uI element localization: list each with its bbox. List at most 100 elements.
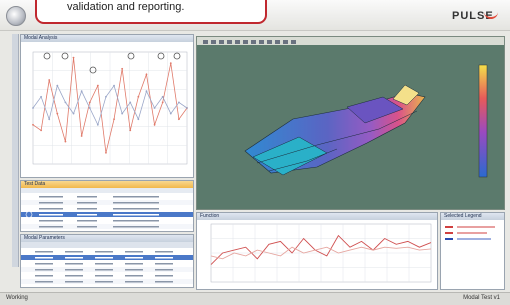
toolbar-icon[interactable] [219,40,224,44]
table-cell [77,196,97,198]
function-line-chart[interactable] [197,220,437,289]
modal-line-chart[interactable] [21,42,193,176]
table-cell [113,214,159,216]
data-point [121,112,124,115]
function-chart-pane: Function [196,212,438,290]
legend-pane: Selected Legend [440,212,505,290]
data-point [48,118,51,121]
table-cell [35,263,53,265]
top-left-chart-pane: Modal Analysis [20,34,194,178]
toolbar-icon[interactable] [243,40,248,44]
table-header [21,242,193,248]
table-cell [77,208,97,210]
toolbar-icon[interactable] [203,40,208,44]
data-point [169,62,172,65]
pane-title: Modal Analysis [21,35,193,42]
toolbar-icon[interactable] [235,40,240,44]
data-point [177,101,180,104]
toolbar-icon[interactable] [227,40,232,44]
table-cell [65,257,83,259]
data-point [96,123,99,126]
table-cell [77,202,97,204]
test-data-table[interactable] [21,188,193,231]
table-cell [39,208,63,210]
callout-text: validation and reporting. [67,1,185,13]
toolbar-icon[interactable] [211,40,216,44]
toolbar-icon[interactable] [259,40,264,44]
table-cell [65,263,83,265]
data-point [40,129,43,132]
data-point [48,79,51,81]
data-point [129,129,132,132]
table-cell [35,269,53,271]
application-window: PULSE validation and reporting. Modal An… [0,0,510,305]
toolbar-icon[interactable] [251,40,256,44]
table-cell [113,226,159,228]
table-cell [155,263,173,265]
data-point [169,112,172,115]
data-point [161,101,164,104]
table-cell [95,251,113,253]
data-point [177,118,180,121]
app-logo-icon[interactable] [6,6,26,26]
data-point [56,84,59,87]
table-cell [65,281,83,283]
table-cell [39,196,63,198]
data-point [113,118,115,121]
selection-marker-icon[interactable] [25,211,33,218]
legend-entries [445,226,495,240]
toolbar-icon[interactable] [291,40,296,44]
modal-parameters-pane: Modal Parameters [20,234,194,288]
table-cell [155,251,173,253]
data-point [40,95,43,98]
colorbar-icon [478,64,488,178]
table-cell [113,202,159,204]
chart-title: Function [197,213,437,220]
table-cell [39,214,63,216]
viewport-toolbar [197,37,504,45]
table-cell [113,220,159,222]
legend-title: Selected Legend [441,213,504,220]
table-cell [155,275,173,277]
data-point [80,90,83,93]
data-point [153,123,156,126]
callout-bubble: validation and reporting. [35,0,267,24]
table-cell [113,208,159,210]
toolbar-icon[interactable] [267,40,272,44]
data-point [161,95,164,98]
table-cell [65,269,83,271]
toolbar-icon[interactable] [283,40,288,44]
left-side-strip[interactable] [12,34,19,267]
status-bar: Working Modal Test v1 [0,292,510,305]
table-cell [35,281,53,283]
toolbar-icon[interactable] [275,40,280,44]
table-cell [125,275,143,277]
data-point [80,135,83,137]
status-right: Modal Test v1 [463,295,500,301]
data-point [153,107,156,109]
table-cell [39,220,63,222]
3d-model-viewport[interactable] [196,36,505,210]
table-cell [65,251,83,253]
data-point [113,84,115,87]
data-point [145,90,148,93]
table-title: Test Data [21,181,193,188]
table-cell [95,275,113,277]
car-body-mesh [244,64,488,178]
data-point [137,95,140,98]
data-point [88,101,91,104]
table2-title: Modal Parameters [21,235,193,242]
table-cell [95,257,113,259]
data-point [105,151,107,154]
table-cell [77,220,97,222]
table-cell [113,196,159,198]
table-cell [39,226,63,228]
data-point [145,73,148,76]
table-cell [95,263,113,265]
data-point [137,118,140,121]
table-cell [95,281,113,283]
data-point [186,107,188,109]
modal-parameters-table[interactable] [21,242,193,287]
table-cell [35,251,53,253]
table-cell [35,275,53,277]
